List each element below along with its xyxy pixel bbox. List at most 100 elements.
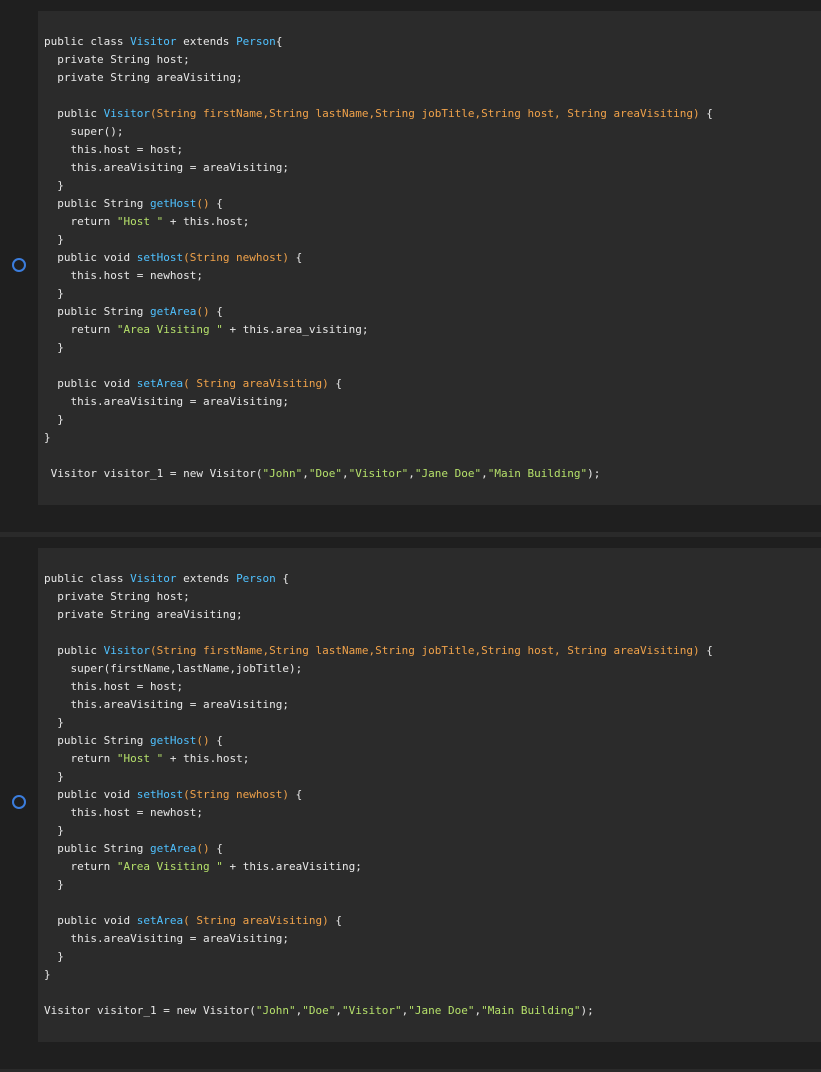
code-token: super(firstName,lastName,jobTitle);	[44, 662, 303, 675]
code-token: this.host = newhost;	[44, 806, 203, 819]
code-line: public void setArea( String areaVisiting…	[44, 912, 713, 930]
code-token: Visitor	[130, 35, 177, 48]
code-token: setHost	[136, 251, 184, 264]
code-token: (String firstName,String lastName,String…	[149, 644, 700, 657]
code-token: this.host = host;	[44, 143, 184, 156]
code-line: public void setHost(String newhost) {	[44, 249, 713, 267]
code-token: {	[209, 305, 223, 318]
code-token: "Doe"	[308, 467, 343, 480]
code-token: this.areaVisiting = areaVisiting;	[44, 932, 290, 945]
code-token: "Main Building"	[481, 1004, 581, 1017]
code-line: public class Visitor extends Person{	[44, 33, 713, 51]
code-token: return	[44, 215, 117, 228]
code-line: }	[44, 876, 713, 894]
code-token: this.areaVisiting = areaVisiting;	[44, 161, 290, 174]
code-token: getHost	[149, 734, 197, 747]
code-token: {	[209, 197, 223, 210]
code-token: ,	[481, 467, 488, 480]
code-token: }	[44, 179, 64, 192]
code-text-option-1: public class Visitor extends Person{ pri…	[44, 33, 713, 483]
code-token: {	[699, 644, 713, 657]
code-token: ( String areaVisiting)	[183, 377, 329, 390]
code-token: );	[580, 1004, 594, 1017]
code-token: getArea	[149, 305, 197, 318]
code-line: return "Area Visiting " + this.area_visi…	[44, 321, 713, 339]
code-token: {	[289, 788, 303, 801]
answer-option-1[interactable]: public class Visitor extends Person{ pri…	[0, 0, 821, 532]
code-token: setArea	[136, 914, 184, 927]
code-line: private String areaVisiting;	[44, 606, 713, 624]
radio-button-option-2[interactable]	[12, 795, 26, 809]
code-token: return	[44, 752, 117, 765]
code-token: "John"	[262, 467, 303, 480]
code-token: }	[44, 341, 64, 354]
code-token: }	[44, 431, 51, 444]
code-token: "Main Building"	[487, 467, 588, 480]
code-token: {	[289, 251, 303, 264]
code-token: private String host;	[44, 53, 190, 66]
code-line: }	[44, 714, 713, 732]
code-line: Visitor visitor_1 = new Visitor("John","…	[44, 465, 713, 483]
code-token: }	[44, 968, 51, 981]
code-token: getArea	[149, 842, 197, 855]
code-token: public String	[44, 305, 150, 318]
code-token: setArea	[136, 377, 184, 390]
code-token: public	[44, 107, 104, 120]
code-token: }	[44, 950, 64, 963]
code-block-option-2: public class Visitor extends Person { pr…	[38, 548, 821, 1042]
code-line: }	[44, 285, 713, 303]
code-token: );	[587, 467, 601, 480]
code-token: public void	[44, 788, 137, 801]
code-token: "Jane Doe"	[408, 1004, 475, 1017]
code-token: public class	[44, 572, 131, 585]
code-token: + this.host;	[163, 215, 250, 228]
code-token: {	[209, 842, 223, 855]
code-block-option-1: public class Visitor extends Person{ pri…	[38, 11, 821, 505]
code-token: public void	[44, 251, 137, 264]
code-token: this.areaVisiting = areaVisiting;	[44, 395, 290, 408]
code-token: ,	[302, 467, 309, 480]
code-line: this.areaVisiting = areaVisiting;	[44, 159, 713, 177]
code-line: public class Visitor extends Person {	[44, 570, 713, 588]
code-line: }	[44, 339, 713, 357]
code-token: "Host "	[116, 752, 164, 765]
code-token: private String areaVisiting;	[44, 71, 243, 84]
code-token: (String newhost)	[183, 251, 290, 264]
code-token: ()	[196, 197, 210, 210]
code-token: public	[44, 644, 104, 657]
code-token: }	[44, 878, 64, 891]
code-line: public String getHost() {	[44, 732, 713, 750]
code-token: }	[44, 716, 64, 729]
code-token: return	[44, 323, 117, 336]
code-line: public void setHost(String newhost) {	[44, 786, 713, 804]
code-token: }	[44, 824, 64, 837]
code-token: {	[699, 107, 713, 120]
code-token: super();	[44, 125, 124, 138]
answer-option-2[interactable]: public class Visitor extends Person { pr…	[0, 537, 821, 1070]
code-line: this.host = host;	[44, 141, 713, 159]
code-token: {	[328, 377, 343, 390]
radio-button-option-1[interactable]	[12, 258, 26, 272]
code-token: getHost	[149, 197, 197, 210]
code-token: "Visitor"	[342, 1004, 402, 1017]
code-token: + this.area_visiting;	[222, 323, 369, 336]
code-line: private String host;	[44, 51, 713, 69]
code-line: this.host = host;	[44, 678, 713, 696]
code-token: "Area Visiting "	[116, 323, 223, 336]
code-line: }	[44, 966, 713, 984]
code-token: "Jane Doe"	[414, 467, 482, 480]
code-token: this.host = newhost;	[44, 269, 203, 282]
code-token: Visitor visitor_1 = new Visitor(	[44, 1004, 256, 1017]
code-line: Visitor visitor_1 = new Visitor("John","…	[44, 1002, 713, 1020]
code-line: this.areaVisiting = areaVisiting;	[44, 930, 713, 948]
code-token: {	[275, 35, 283, 48]
code-line: public Visitor(String firstName,String l…	[44, 642, 713, 660]
code-token: {	[328, 914, 343, 927]
code-line: public String getArea() {	[44, 840, 713, 858]
code-token: ( String areaVisiting)	[183, 914, 329, 927]
code-token: Visitor visitor_1 = new Visitor(	[44, 467, 263, 480]
